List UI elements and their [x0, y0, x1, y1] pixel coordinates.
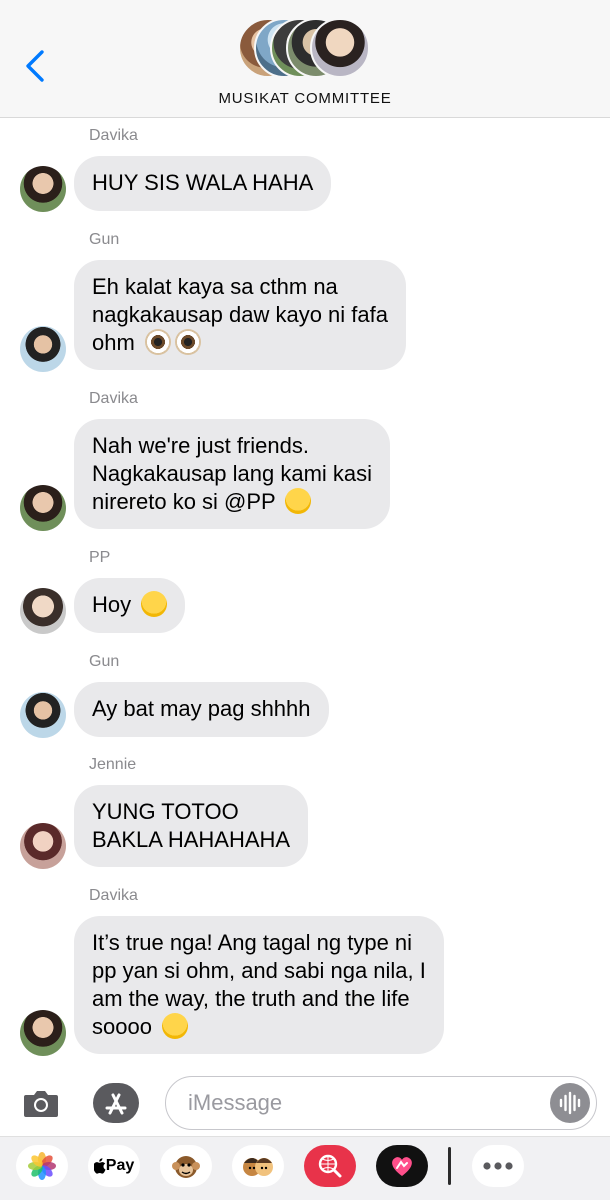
- apple-pay-icon[interactable]: Pay: [88, 1145, 140, 1187]
- message-line: Nagkakausap lang kami kasi: [92, 461, 373, 486]
- drawer-divider: [448, 1147, 451, 1185]
- message-bubble[interactable]: HUY SIS WALA HAHA: [74, 156, 332, 211]
- avatar[interactable]: [20, 166, 66, 212]
- apple-logo-icon: [93, 1158, 106, 1174]
- sender-name: PP: [89, 549, 111, 566]
- camera-icon[interactable]: [22, 1087, 60, 1119]
- memoji-app-icon[interactable]: [232, 1145, 284, 1187]
- message-line: am the way, the truth and the life: [92, 986, 410, 1011]
- avatar[interactable]: [20, 588, 66, 634]
- sender-name: Jennie: [89, 756, 137, 773]
- message-bubble[interactable]: Hoy: [74, 578, 186, 633]
- sender-name: Davika: [89, 887, 138, 904]
- member-avatar: [310, 18, 370, 78]
- sender-name: Gun: [89, 231, 120, 248]
- app-store-icon[interactable]: [93, 1083, 139, 1123]
- message-bubble[interactable]: It’s true nga! Ang tagal ng type ni pp y…: [74, 916, 444, 1054]
- imessage-field[interactable]: [165, 1076, 597, 1130]
- apple-pay-label: Pay: [105, 1157, 135, 1174]
- message-line: YUNG TOTOO: [92, 799, 239, 824]
- audio-waveform-icon[interactable]: [550, 1083, 590, 1123]
- message-bubble[interactable]: YUNG TOTOO BAKLA HAHAHAHA: [74, 785, 309, 867]
- avatar[interactable]: [20, 485, 66, 531]
- zany-face-emoji: [285, 488, 312, 514]
- eyes-emoji: [144, 329, 171, 355]
- message-input[interactable]: [188, 1087, 548, 1119]
- message-line: ohm: [92, 330, 135, 355]
- message-line: pp yan si ohm, and sabi nga nila, I: [92, 958, 426, 983]
- more-dots-icon[interactable]: [472, 1145, 524, 1187]
- chevron-left-icon[interactable]: [22, 48, 48, 84]
- message-line: BAKLA HAHAHAHA: [92, 827, 291, 852]
- avatar[interactable]: [20, 823, 66, 869]
- message-line: Hoy: [92, 592, 132, 617]
- message-line: Eh kalat kaya sa cthm na: [92, 274, 338, 299]
- web-search-app-icon[interactable]: [304, 1145, 356, 1187]
- message-bubble[interactable]: Ay bat may pag shhhh: [74, 682, 329, 737]
- message-bubble[interactable]: Eh kalat kaya sa cthm na nagkakausap daw…: [74, 260, 406, 370]
- message-bubble[interactable]: Nah we're just friends. Nagkakausap lang…: [74, 419, 391, 529]
- message-input-bar: [0, 1070, 610, 1136]
- sender-name: Davika: [89, 390, 138, 407]
- eyes-emoji: [174, 329, 201, 355]
- sender-name: Gun: [89, 653, 120, 670]
- message-line: Nah we're just friends.: [92, 433, 309, 458]
- message-line: nirereto ko si @PP: [92, 489, 276, 514]
- group-avatar-stack[interactable]: [238, 18, 378, 80]
- conversation-header: MUSIKAT COMMITTEE: [0, 0, 610, 118]
- digital-touch-app-icon[interactable]: [376, 1145, 428, 1187]
- message-line: Ay bat may pag shhhh: [92, 696, 311, 721]
- message-line: soooo: [92, 1014, 152, 1039]
- avatar[interactable]: [20, 692, 66, 738]
- photos-app-icon[interactable]: [16, 1145, 68, 1187]
- message-line: It’s true nga! Ang tagal ng type ni: [92, 930, 413, 955]
- avatar[interactable]: [20, 1010, 66, 1056]
- group-name[interactable]: MUSIKAT COMMITTEE: [0, 90, 610, 107]
- message-line: HUY SIS WALA HAHA: [92, 170, 314, 195]
- animoji-app-icon[interactable]: [160, 1145, 212, 1187]
- relieved-face-emoji: [162, 1013, 189, 1039]
- avatar[interactable]: [20, 326, 66, 372]
- app-drawer: Pay: [0, 1136, 610, 1200]
- sender-name: Davika: [89, 127, 138, 144]
- shushing-face-emoji: [141, 591, 168, 617]
- message-line: nagkakausap daw kayo ni fafa: [92, 302, 388, 327]
